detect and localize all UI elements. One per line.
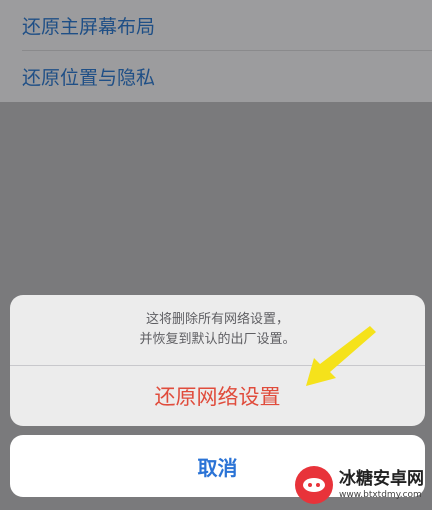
list-item-reset-home-screen-layout[interactable]: 还原主屏幕布局	[0, 0, 432, 51]
message-line-2: 并恢复到默认的出厂设置。	[139, 332, 296, 347]
watermark: 冰糖安卓网 www.btxtdmy.com	[295, 460, 432, 510]
message-line-1: 这将删除所有网络设置，	[145, 312, 289, 327]
logo-mark	[303, 478, 325, 492]
watermark-text: 冰糖安卓网 www.btxtdmy.com	[339, 469, 424, 501]
list-item-label: 还原主屏幕布局	[22, 16, 156, 38]
list-item-label: 还原位置与隐私	[22, 67, 156, 89]
logo-icon	[295, 466, 333, 504]
settings-list: 还原主屏幕布局 还原位置与隐私	[0, 0, 432, 102]
watermark-title: 冰糖安卓网	[339, 469, 424, 489]
list-item-reset-location-privacy[interactable]: 还原位置与隐私	[0, 51, 432, 102]
arrow-icon	[306, 326, 376, 386]
watermark-url: www.btxtdmy.com	[339, 490, 422, 500]
